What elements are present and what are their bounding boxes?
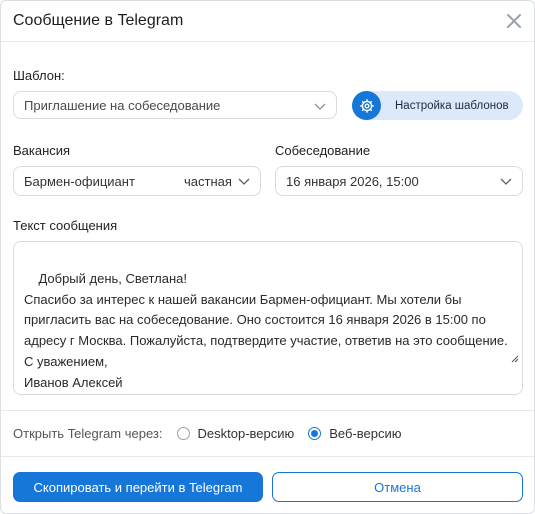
message-text: Добрый день, Светлана! Спасибо за интере…: [24, 270, 508, 390]
template-label: Шаблон:: [13, 68, 65, 83]
vacancy-select-value: Бармен-официант: [24, 173, 135, 189]
interview-label: Собеседование: [275, 143, 371, 158]
template-select[interactable]: Приглашение на собеседование: [13, 91, 337, 119]
vacancy-label: Вакансия: [13, 143, 71, 158]
telegram-message-dialog: Сообщение в Telegram Шаблон: Приглашение…: [0, 0, 535, 514]
message-textarea[interactable]: Добрый день, Светлана! Спасибо за интере…: [13, 241, 523, 395]
vacancy-type: частная: [184, 174, 232, 189]
open-via-row: Открыть Telegram через: Desktop-версию В…: [13, 426, 402, 441]
radio-web[interactable]: Веб-версию: [308, 426, 402, 441]
copy-and-open-telegram-button[interactable]: Скопировать и перейти в Telegram: [13, 472, 263, 502]
template-select-value: Приглашение на собеседование: [24, 97, 221, 113]
resize-handle-icon[interactable]: [488, 329, 519, 391]
interview-select[interactable]: 16 января 2026, 15:00: [275, 166, 523, 196]
open-via-label: Открыть Telegram через:: [13, 426, 163, 441]
chevron-down-icon: [238, 175, 250, 190]
template-settings-button[interactable]: Настройка шаблонов: [352, 91, 523, 120]
message-label: Текст сообщения: [13, 218, 118, 233]
dialog-title: Сообщение в Telegram: [13, 12, 184, 29]
chevron-down-icon: [500, 175, 512, 190]
radio-web-label: Веб-версию: [329, 426, 402, 441]
divider: [1, 410, 534, 411]
template-settings-label: Настройка шаблонов: [395, 99, 509, 112]
radio-desktop-label: Desktop-версию: [197, 426, 295, 441]
vacancy-select[interactable]: Бармен-официант частная: [13, 166, 261, 196]
cancel-button[interactable]: Отмена: [272, 472, 523, 502]
radio-circle[interactable]: [176, 427, 190, 440]
radio-circle[interactable]: [308, 427, 322, 440]
interview-select-value: 16 января 2026, 15:00: [286, 173, 419, 189]
gear-icon: [352, 91, 381, 120]
chevron-down-icon: [314, 100, 326, 115]
close-icon[interactable]: [506, 13, 522, 29]
divider: [1, 456, 534, 457]
dialog-header: Сообщение в Telegram: [1, 1, 534, 42]
radio-desktop[interactable]: Desktop-версию: [176, 426, 295, 441]
